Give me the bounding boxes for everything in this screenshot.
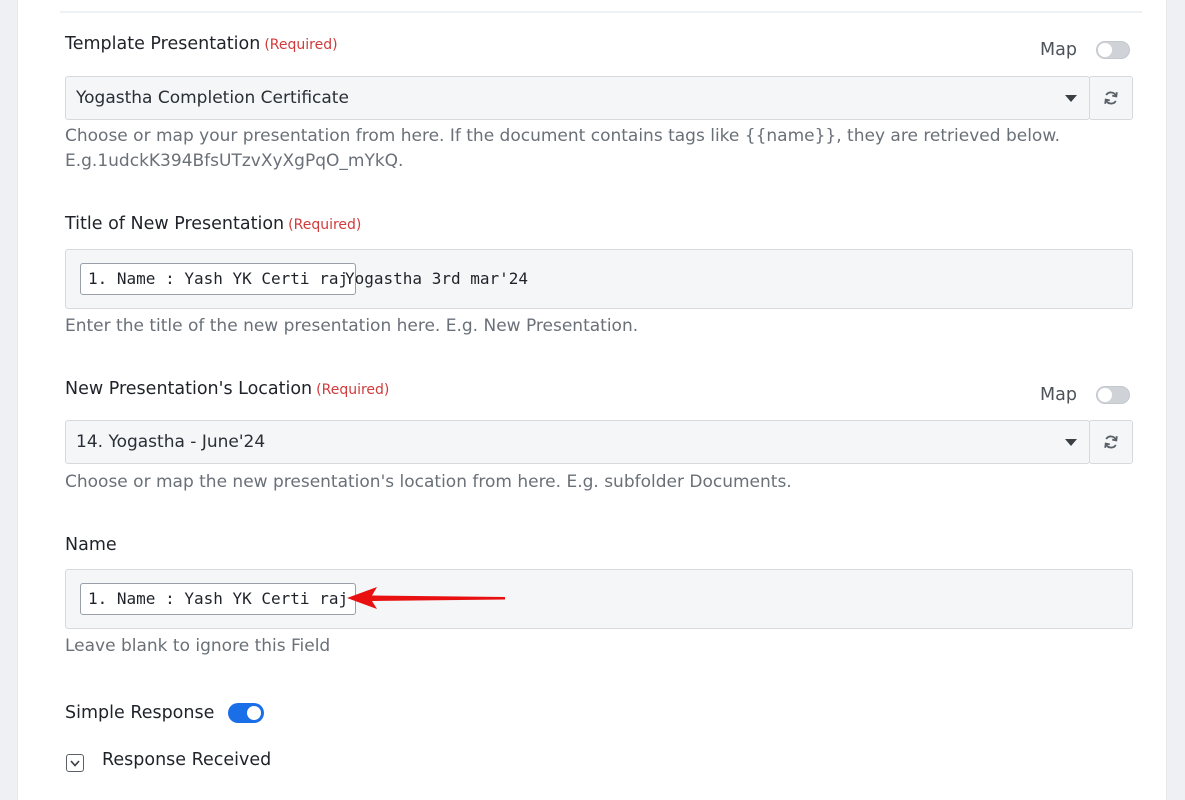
location-help: Choose or map the new presentation's loc… [65, 472, 792, 492]
simple-response-toggle[interactable] [228, 703, 264, 723]
required-badge: (Required) [316, 382, 390, 398]
refresh-button[interactable] [1089, 76, 1133, 120]
name-label: Name [65, 535, 117, 555]
chevron-down-icon [70, 759, 80, 767]
caret-down-icon [1065, 95, 1077, 102]
refresh-icon [1104, 435, 1118, 449]
required-badge: (Required) [264, 37, 338, 53]
template-presentation-label: Template Presentation (Required) [65, 34, 338, 54]
toggle-knob [1098, 388, 1112, 402]
name-input[interactable]: 1. Name : Yash YK Certi raj [65, 569, 1133, 629]
title-new-presentation-label: Title of New Presentation (Required) [65, 214, 361, 234]
map-label: Map [1040, 385, 1077, 405]
toggle-knob [1098, 43, 1112, 57]
template-presentation-help: Choose or map your presentation from her… [65, 124, 1060, 174]
title-input-text: Yogastha 3rd mar'24 [345, 269, 529, 288]
mapped-field-chip[interactable]: 1. Name : Yash YK Certi raj [80, 263, 357, 295]
map-label: Map [1040, 40, 1077, 60]
response-received-label: Response Received [102, 750, 272, 770]
template-presentation-select[interactable]: Yogastha Completion Certificate [65, 76, 1090, 120]
response-received-expander[interactable] [66, 754, 84, 772]
help-line-2: E.g.1udckK394BfsUTzvXyXgPqO_mYkQ. [65, 151, 404, 171]
divider [60, 11, 1142, 13]
title-label-text: Title of New Presentation [65, 214, 285, 234]
required-badge: (Required) [288, 217, 362, 233]
red-arrow-annotation [347, 587, 505, 609]
map-toggle[interactable] [1096, 386, 1130, 404]
mapped-field-chip[interactable]: 1. Name : Yash YK Certi raj [80, 583, 357, 615]
location-select[interactable]: 14. Yogastha - June'24 [65, 420, 1090, 464]
location-label-text: New Presentation's Location [65, 379, 313, 399]
refresh-icon [1104, 91, 1118, 105]
template-presentation-label-text: Template Presentation [65, 34, 261, 54]
title-input[interactable]: 1. Name : Yash YK Certi raj Yogastha 3rd… [65, 249, 1133, 309]
map-toggle[interactable] [1096, 41, 1130, 59]
template-presentation-value: Yogastha Completion Certificate [76, 88, 349, 108]
form-card [18, 0, 1166, 800]
caret-down-icon [1065, 439, 1077, 446]
name-help: Leave blank to ignore this Field [65, 636, 331, 656]
toggle-knob [247, 706, 261, 720]
title-help: Enter the title of the new presentation … [65, 316, 639, 336]
simple-response-label: Simple Response [65, 703, 215, 723]
location-label: New Presentation's Location (Required) [65, 379, 389, 399]
help-line-1: Choose or map your presentation from her… [65, 126, 1061, 146]
refresh-button[interactable] [1089, 420, 1133, 464]
location-value: 14. Yogastha - June'24 [76, 432, 266, 452]
